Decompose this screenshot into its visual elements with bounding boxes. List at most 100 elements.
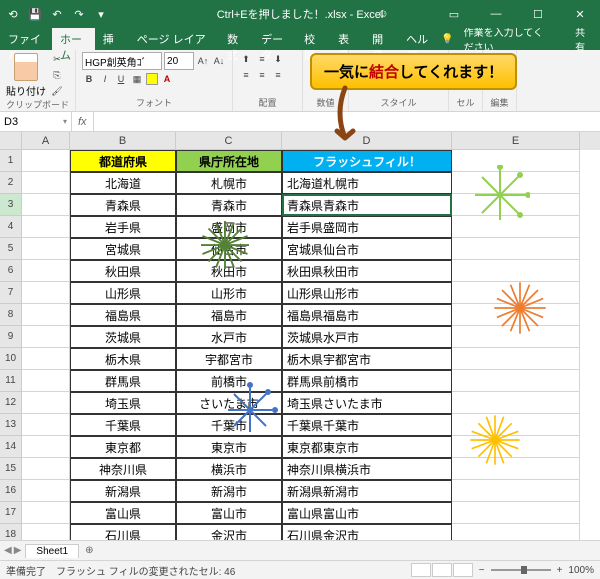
cell[interactable] bbox=[22, 348, 70, 370]
cell[interactable] bbox=[452, 458, 580, 480]
cell[interactable]: 前橋市 bbox=[176, 370, 282, 392]
row-header[interactable]: 8 bbox=[0, 304, 22, 326]
tab-pagelayout[interactable]: ページ レイアウト bbox=[129, 28, 219, 50]
qat-dropdown-icon[interactable]: ▾ bbox=[92, 5, 110, 23]
cell[interactable]: 青森県青森市 bbox=[282, 194, 452, 216]
cell[interactable]: 東京市 bbox=[176, 436, 282, 458]
cell[interactable]: 宇都宮市 bbox=[176, 348, 282, 370]
col-header-C[interactable]: C bbox=[176, 132, 282, 150]
cell[interactable] bbox=[452, 502, 580, 524]
cut-icon[interactable]: ✂ bbox=[50, 52, 64, 66]
zoom-in-button[interactable]: + bbox=[557, 565, 563, 576]
cell[interactable] bbox=[22, 458, 70, 480]
cell[interactable]: 埼玉県 bbox=[70, 392, 176, 414]
cell[interactable]: 神奈川県横浜市 bbox=[282, 458, 452, 480]
row-header[interactable]: 6 bbox=[0, 260, 22, 282]
cell[interactable]: 福島県福島市 bbox=[282, 304, 452, 326]
cell[interactable]: 青森県 bbox=[70, 194, 176, 216]
tab-insert[interactable]: 挿入 bbox=[95, 28, 129, 50]
format-painter-icon[interactable]: 🖌 bbox=[50, 84, 64, 98]
col-header-D[interactable]: D bbox=[282, 132, 452, 150]
zoom-slider[interactable] bbox=[491, 569, 551, 571]
cell[interactable]: 山形県山形市 bbox=[282, 282, 452, 304]
ribbon-options-icon[interactable]: ▭ bbox=[434, 0, 474, 28]
row-header[interactable]: 18 bbox=[0, 524, 22, 540]
cell[interactable] bbox=[22, 282, 70, 304]
underline-button[interactable]: U bbox=[114, 72, 128, 86]
cell[interactable]: 岩手県 bbox=[70, 216, 176, 238]
tab-developer[interactable]: 開発 bbox=[364, 28, 398, 50]
view-pagebreak-button[interactable] bbox=[453, 563, 473, 577]
col-header-A[interactable]: A bbox=[22, 132, 70, 150]
cell[interactable]: 水戸市 bbox=[176, 326, 282, 348]
add-sheet-button[interactable]: ⊕ bbox=[79, 545, 99, 556]
minimize-button[interactable]: — bbox=[476, 0, 516, 28]
cell[interactable]: 秋田市 bbox=[176, 260, 282, 282]
cell[interactable] bbox=[22, 326, 70, 348]
tab-help[interactable]: ヘルプ bbox=[398, 28, 441, 50]
cell[interactable]: 福島市 bbox=[176, 304, 282, 326]
tab-file[interactable]: ファイル bbox=[0, 28, 52, 50]
cell[interactable] bbox=[22, 216, 70, 238]
cell[interactable]: 秋田県秋田市 bbox=[282, 260, 452, 282]
cell[interactable]: 横浜市 bbox=[176, 458, 282, 480]
row-header[interactable]: 7 bbox=[0, 282, 22, 304]
cell[interactable]: 富山市 bbox=[176, 502, 282, 524]
tab-home[interactable]: ホーム bbox=[52, 28, 95, 50]
cell[interactable]: 岩手県盛岡市 bbox=[282, 216, 452, 238]
cell[interactable]: 神奈川県 bbox=[70, 458, 176, 480]
cell[interactable] bbox=[452, 370, 580, 392]
cell[interactable] bbox=[452, 436, 580, 458]
align-left-icon[interactable]: ≡ bbox=[239, 68, 253, 82]
cell[interactable] bbox=[22, 414, 70, 436]
cell[interactable]: 新潟県新潟市 bbox=[282, 480, 452, 502]
cell[interactable]: 福島県 bbox=[70, 304, 176, 326]
cell[interactable]: 栃木県宇都宮市 bbox=[282, 348, 452, 370]
maximize-button[interactable]: ☐ bbox=[518, 0, 558, 28]
zoom-out-button[interactable]: − bbox=[479, 565, 485, 576]
cell[interactable]: 埼玉県さいたま市 bbox=[282, 392, 452, 414]
cell[interactable]: 東京都 bbox=[70, 436, 176, 458]
cell[interactable]: 新潟県 bbox=[70, 480, 176, 502]
cell[interactable]: 宮城県 bbox=[70, 238, 176, 260]
row-header[interactable]: 12 bbox=[0, 392, 22, 414]
cell[interactable]: 金沢市 bbox=[176, 524, 282, 540]
cell[interactable]: 札幌市 bbox=[176, 172, 282, 194]
decrease-font-icon[interactable]: A↓ bbox=[212, 54, 226, 68]
align-center-icon[interactable]: ≡ bbox=[255, 68, 269, 82]
cell[interactable] bbox=[22, 502, 70, 524]
cell[interactable] bbox=[22, 392, 70, 414]
sheet-nav-prev-icon[interactable]: ◀ bbox=[4, 545, 12, 556]
cell[interactable] bbox=[452, 172, 580, 194]
italic-button[interactable]: I bbox=[98, 72, 112, 86]
cell[interactable] bbox=[452, 150, 580, 172]
cell[interactable]: 東京都東京市 bbox=[282, 436, 452, 458]
align-right-icon[interactable]: ≡ bbox=[271, 68, 285, 82]
cell[interactable]: 茨城県 bbox=[70, 326, 176, 348]
name-box[interactable]: D3 ▾ bbox=[0, 112, 72, 131]
cell[interactable] bbox=[452, 414, 580, 436]
cell[interactable]: 群馬県 bbox=[70, 370, 176, 392]
cell[interactable]: 盛岡市 bbox=[176, 216, 282, 238]
cell[interactable] bbox=[452, 194, 580, 216]
cell[interactable] bbox=[452, 326, 580, 348]
font-color-button[interactable]: A bbox=[160, 72, 174, 86]
share-button[interactable]: 共有 bbox=[575, 24, 590, 54]
tab-data[interactable]: データ bbox=[253, 28, 296, 50]
paste-button[interactable]: 貼り付け bbox=[6, 53, 46, 98]
cell[interactable]: 山形市 bbox=[176, 282, 282, 304]
fx-icon[interactable]: fx bbox=[72, 112, 94, 131]
tab-review[interactable]: 校閲 bbox=[296, 28, 330, 50]
cell[interactable]: 宮城県仙台市 bbox=[282, 238, 452, 260]
cell[interactable] bbox=[452, 348, 580, 370]
cell[interactable] bbox=[22, 238, 70, 260]
cell[interactable]: 栃木県 bbox=[70, 348, 176, 370]
cell[interactable]: 都道府県 bbox=[70, 150, 176, 172]
row-header[interactable]: 11 bbox=[0, 370, 22, 392]
row-header[interactable]: 9 bbox=[0, 326, 22, 348]
cell[interactable] bbox=[22, 480, 70, 502]
cell[interactable] bbox=[452, 216, 580, 238]
cell[interactable]: 千葉県 bbox=[70, 414, 176, 436]
font-name-input[interactable] bbox=[82, 52, 162, 70]
row-header[interactable]: 2 bbox=[0, 172, 22, 194]
